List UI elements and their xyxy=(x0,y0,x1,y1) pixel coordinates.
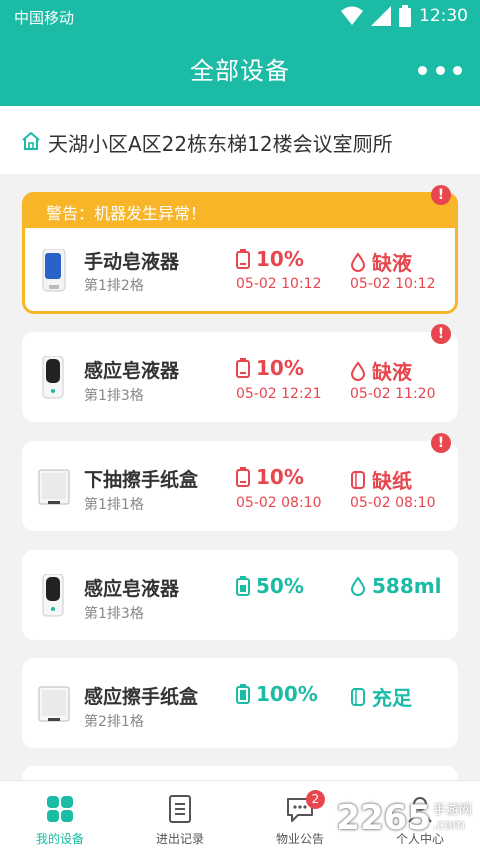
watermark-number: 2265 xyxy=(336,798,431,838)
location-bar[interactable]: 天湖小区A区22栋东梯12楼会议室厕所 xyxy=(0,106,480,174)
alert-icon: ! xyxy=(431,185,451,205)
warning-banner: 警告：机器发生异常！ xyxy=(22,192,458,228)
more-dot-icon xyxy=(418,65,427,75)
battery-value: 10% xyxy=(256,247,304,271)
wifi-icon xyxy=(341,6,363,25)
clock: 12:30 xyxy=(419,6,468,26)
more-dot-icon xyxy=(435,65,445,75)
tab-label: 我的设备 xyxy=(35,832,84,846)
device-card[interactable]: 警告：机器发生异常！ ! 手动皂液器 第1排2格 10% 05-02 10:12… xyxy=(22,185,458,314)
supply-time: 05-02 08:10 xyxy=(350,495,436,511)
battery-low-icon xyxy=(236,467,250,487)
battery-time: 05-02 08:10 xyxy=(236,495,322,511)
home-icon xyxy=(22,132,40,150)
supply-status: 缺液 xyxy=(350,247,412,276)
device-position: 第1排3格 xyxy=(84,388,144,404)
supply-status: 588ml xyxy=(350,574,441,598)
grid-icon xyxy=(47,796,73,822)
supply-value: 缺纸 xyxy=(372,469,412,493)
device-name: 感应皂液器 xyxy=(84,578,180,600)
device-list[interactable]: 警告：机器发生异常！ ! 手动皂液器 第1排2格 10% 05-02 10:12… xyxy=(0,174,480,780)
paper-roll-icon xyxy=(351,470,365,489)
alert-icon: ! xyxy=(431,433,451,453)
battery-low-icon xyxy=(236,249,250,269)
battery-full-icon xyxy=(236,684,250,704)
tab-my-devices[interactable]: 我的设备 xyxy=(0,781,120,853)
carrier-label: 中国移动 xyxy=(14,9,75,27)
battery-value: 10% xyxy=(256,356,304,380)
status-bar: 中国移动 12:30 xyxy=(0,0,480,34)
location-text: 天湖小区A区22栋东梯12楼会议室厕所 xyxy=(48,132,393,156)
device-position: 第2排1格 xyxy=(84,714,144,730)
paper-roll-icon xyxy=(351,687,365,706)
battery-time: 05-02 12:21 xyxy=(236,386,322,402)
manual-soap-dispenser-image xyxy=(42,249,66,292)
more-dot-icon xyxy=(453,65,462,75)
device-card[interactable]: 感应擦手纸盒 第2排1格 100% 充足 xyxy=(22,658,458,748)
device-position: 第1排1格 xyxy=(84,497,144,513)
signal-icon xyxy=(371,6,391,26)
supply-value: 588ml xyxy=(372,574,442,598)
device-card[interactable]: ! 感应皂液器 第1排3格 10% 05-02 12:21 缺液 05-02 1… xyxy=(22,324,458,422)
device-name: 感应擦手纸盒 xyxy=(84,686,199,708)
supply-time: 05-02 11:20 xyxy=(350,386,436,402)
watermark-domain: .com xyxy=(432,818,465,833)
notification-badge: 2 xyxy=(306,790,325,809)
battery-time: 05-02 10:12 xyxy=(236,276,322,292)
app-bar: 全部设备 xyxy=(0,34,480,106)
watermark-text: 手游网 .com xyxy=(433,803,472,833)
status-icons: 12:30 xyxy=(341,5,468,27)
tab-access-records[interactable]: 进出记录 xyxy=(120,781,240,853)
induction-soap-dispenser-image xyxy=(42,356,64,399)
battery-value: 100% xyxy=(256,682,318,706)
device-name: 手动皂液器 xyxy=(84,251,180,273)
battery-half-icon xyxy=(236,576,250,596)
supply-value: 充足 xyxy=(372,686,412,710)
device-name: 感应皂液器 xyxy=(84,360,180,382)
drop-icon xyxy=(350,576,366,596)
paper-towel-box-image xyxy=(38,469,70,505)
document-icon xyxy=(169,795,191,823)
device-position: 第1排3格 xyxy=(84,606,144,622)
battery-value: 10% xyxy=(256,465,304,489)
watermark-site: 手游网 xyxy=(432,803,472,818)
warning-text: 警告：机器发生异常！ xyxy=(46,204,207,223)
page-title: 全部设备 xyxy=(190,57,290,85)
battery-icon xyxy=(399,5,411,27)
battery-status: 100% xyxy=(236,682,318,706)
drop-icon xyxy=(350,251,366,272)
battery-status: 10% xyxy=(236,356,304,380)
induction-soap-dispenser-image xyxy=(42,574,64,617)
battery-status: 10% xyxy=(236,247,304,271)
device-position: 第1排2格 xyxy=(84,278,144,294)
tab-label: 进出记录 xyxy=(155,832,204,846)
device-card[interactable]: 感应皂液器 第1排3格 50% 588ml xyxy=(22,550,458,640)
supply-status: 缺纸 xyxy=(350,465,412,494)
battery-status: 50% xyxy=(236,574,304,598)
watermark-logo: 2265 手游网 .com xyxy=(336,798,472,838)
battery-value: 50% xyxy=(256,574,304,598)
battery-low-icon xyxy=(236,358,250,378)
more-menu-button[interactable] xyxy=(418,56,462,84)
drop-icon xyxy=(350,360,366,381)
supply-value: 缺液 xyxy=(372,360,412,384)
supply-time: 05-02 10:12 xyxy=(350,276,436,292)
device-name: 下抽擦手纸盒 xyxy=(84,469,199,491)
supply-status: 充足 xyxy=(350,682,412,711)
supply-value: 缺液 xyxy=(372,251,412,275)
supply-status: 缺液 xyxy=(350,356,412,385)
battery-status: 10% xyxy=(236,465,304,489)
paper-towel-box-image xyxy=(38,686,70,722)
device-card[interactable] xyxy=(22,766,458,780)
alert-icon: ! xyxy=(431,324,451,344)
device-card[interactable]: ! 下抽擦手纸盒 第1排1格 10% 05-02 08:10 缺纸 05-02 … xyxy=(22,433,458,531)
